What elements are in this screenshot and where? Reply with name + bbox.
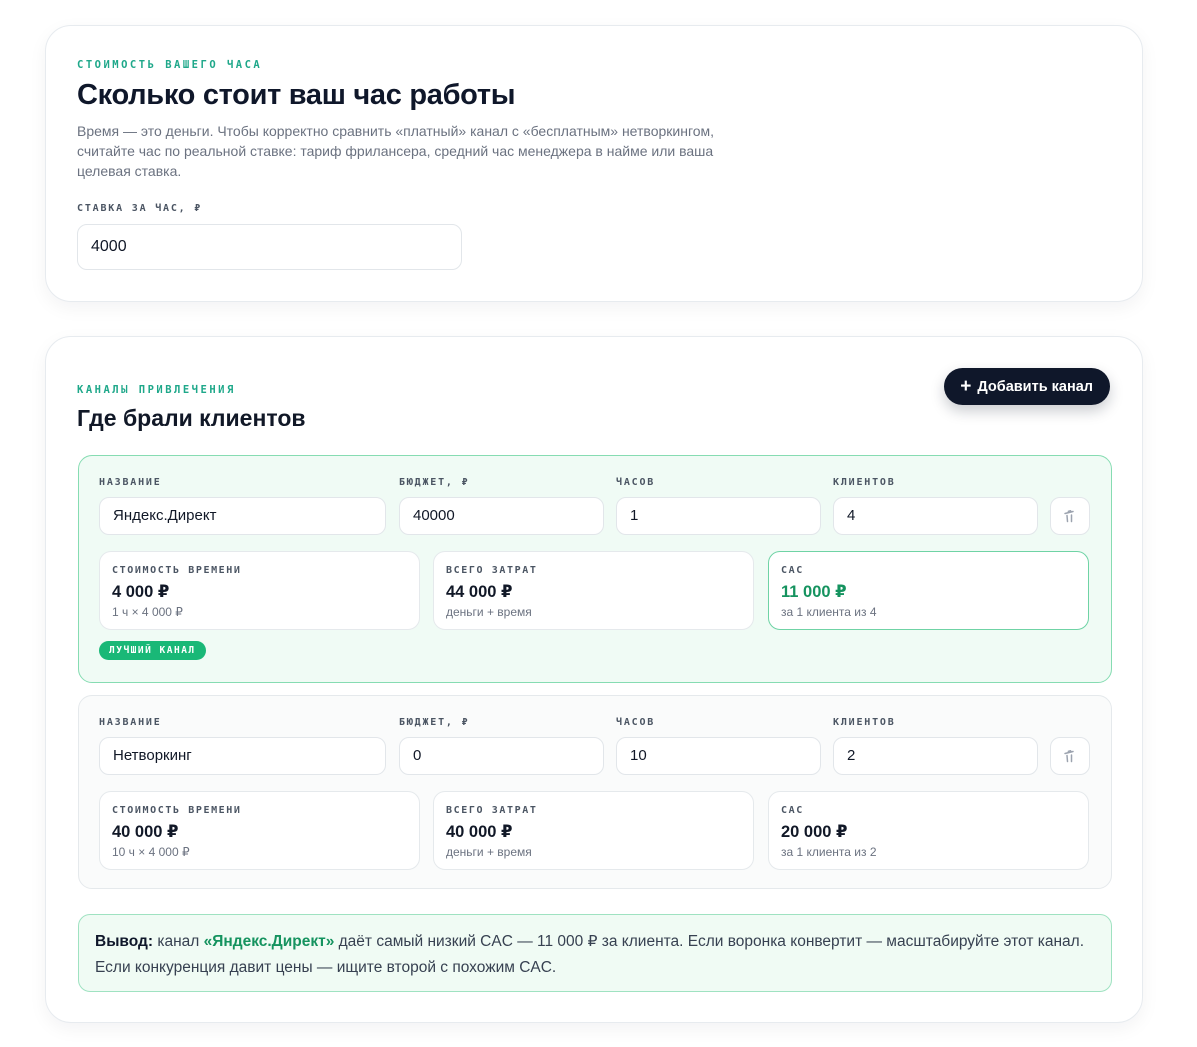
total-cost-label: ВСЕГО ЗАТРАТ (446, 565, 538, 576)
time-cost-sub: 1 ч × 4 000 ₽ (112, 605, 183, 619)
time-cost-metric: СТОИМОСТЬ ВРЕМЕНИ 4 000 ₽ 1 ч × 4 000 ₽ (99, 551, 420, 630)
total-cost-sub: деньги + время (446, 845, 532, 859)
time-cost-value: 4 000 ₽ (112, 583, 170, 601)
hours-label: ЧАСОВ (616, 717, 656, 728)
channel-card: НАЗВАНИЕ БЮДЖЕТ, ₽ ЧАСОВ КЛИЕНТОВ Яндекс… (78, 455, 1112, 683)
conclusion-box: Вывод: канал «Яндекс.Директ» даёт самый … (78, 914, 1112, 992)
budget-label: БЮДЖЕТ, ₽ (399, 717, 470, 728)
cac-label: CAC (781, 565, 804, 576)
total-cost-value: 44 000 ₽ (446, 583, 513, 601)
total-cost-value: 40 000 ₽ (446, 823, 513, 841)
channel-card: НАЗВАНИЕ БЮДЖЕТ, ₽ ЧАСОВ КЛИЕНТОВ Нетвор… (78, 695, 1112, 889)
conclusion-lead: Вывод: (95, 933, 154, 950)
plus-icon: + (960, 375, 972, 397)
channel-name-input[interactable]: Яндекс.Директ (99, 497, 386, 535)
rate-label: СТАВКА ЗА ЧАС, ₽ (77, 203, 203, 214)
name-label: НАЗВАНИЕ (99, 477, 162, 488)
add-channel-label: Добавить канал (977, 378, 1093, 395)
delete-channel-button[interactable] (1050, 497, 1090, 535)
total-cost-metric: ВСЕГО ЗАТРАТ 44 000 ₽ деньги + время (433, 551, 754, 630)
channels-title: Где брали клиентов (77, 405, 306, 431)
trash-icon (1064, 509, 1074, 523)
time-cost-label: СТОИМОСТЬ ВРЕМЕНИ (112, 805, 242, 816)
cac-value: 20 000 ₽ (781, 823, 848, 841)
cac-value: 11 000 ₽ (781, 583, 847, 601)
time-cost-label: СТОИМОСТЬ ВРЕМЕНИ (112, 565, 242, 576)
channel-clients-input[interactable]: 4 (833, 497, 1038, 535)
conclusion-text: канал (153, 933, 204, 950)
cac-sub: за 1 клиента из 4 (781, 605, 877, 619)
time-cost-sub: 10 ч × 4 000 ₽ (112, 845, 190, 859)
hourly-rate-card: СТОИМОСТЬ ВАШЕГО ЧАСА Сколько стоит ваш … (45, 25, 1143, 302)
total-cost-label: ВСЕГО ЗАТРАТ (446, 805, 538, 816)
time-cost-value: 40 000 ₽ (112, 823, 179, 841)
trash-icon (1064, 749, 1074, 763)
rate-input[interactable]: 4000 (77, 224, 462, 270)
hours-label: ЧАСОВ (616, 477, 656, 488)
cac-metric: CAC 20 000 ₽ за 1 клиента из 2 (768, 791, 1089, 870)
cac-label: CAC (781, 805, 804, 816)
rate-description: Время — это деньги. Чтобы корректно срав… (77, 123, 715, 179)
name-label: НАЗВАНИЕ (99, 717, 162, 728)
best-channel-badge: ЛУЧШИЙ КАНАЛ (99, 641, 206, 660)
delete-channel-button[interactable] (1050, 737, 1090, 775)
cac-sub: за 1 клиента из 2 (781, 845, 877, 859)
conclusion-channel: «Яндекс.Директ» (203, 933, 335, 950)
time-cost-metric: СТОИМОСТЬ ВРЕМЕНИ 40 000 ₽ 10 ч × 4 000 … (99, 791, 420, 870)
channel-clients-input[interactable]: 2 (833, 737, 1038, 775)
clients-label: КЛИЕНТОВ (833, 717, 896, 728)
channel-hours-input[interactable]: 1 (616, 497, 821, 535)
total-cost-sub: деньги + время (446, 605, 532, 619)
channel-budget-input[interactable]: 40000 (399, 497, 604, 535)
add-channel-button[interactable]: + Добавить канал (944, 368, 1110, 405)
total-cost-metric: ВСЕГО ЗАТРАТ 40 000 ₽ деньги + время (433, 791, 754, 870)
clients-label: КЛИЕНТОВ (833, 477, 896, 488)
rate-eyebrow: СТОИМОСТЬ ВАШЕГО ЧАСА (77, 59, 263, 71)
channels-eyebrow: КАНАЛЫ ПРИВЛЕЧЕНИЯ (77, 384, 236, 396)
rate-title: Сколько стоит ваш час работы (77, 79, 516, 111)
channel-hours-input[interactable]: 10 (616, 737, 821, 775)
budget-label: БЮДЖЕТ, ₽ (399, 477, 470, 488)
channel-budget-input[interactable]: 0 (399, 737, 604, 775)
cac-metric: CAC 11 000 ₽ за 1 клиента из 4 (768, 551, 1089, 630)
channel-name-input[interactable]: Нетворкинг (99, 737, 386, 775)
channels-card: КАНАЛЫ ПРИВЛЕЧЕНИЯ Где брали клиентов + … (45, 336, 1143, 1023)
